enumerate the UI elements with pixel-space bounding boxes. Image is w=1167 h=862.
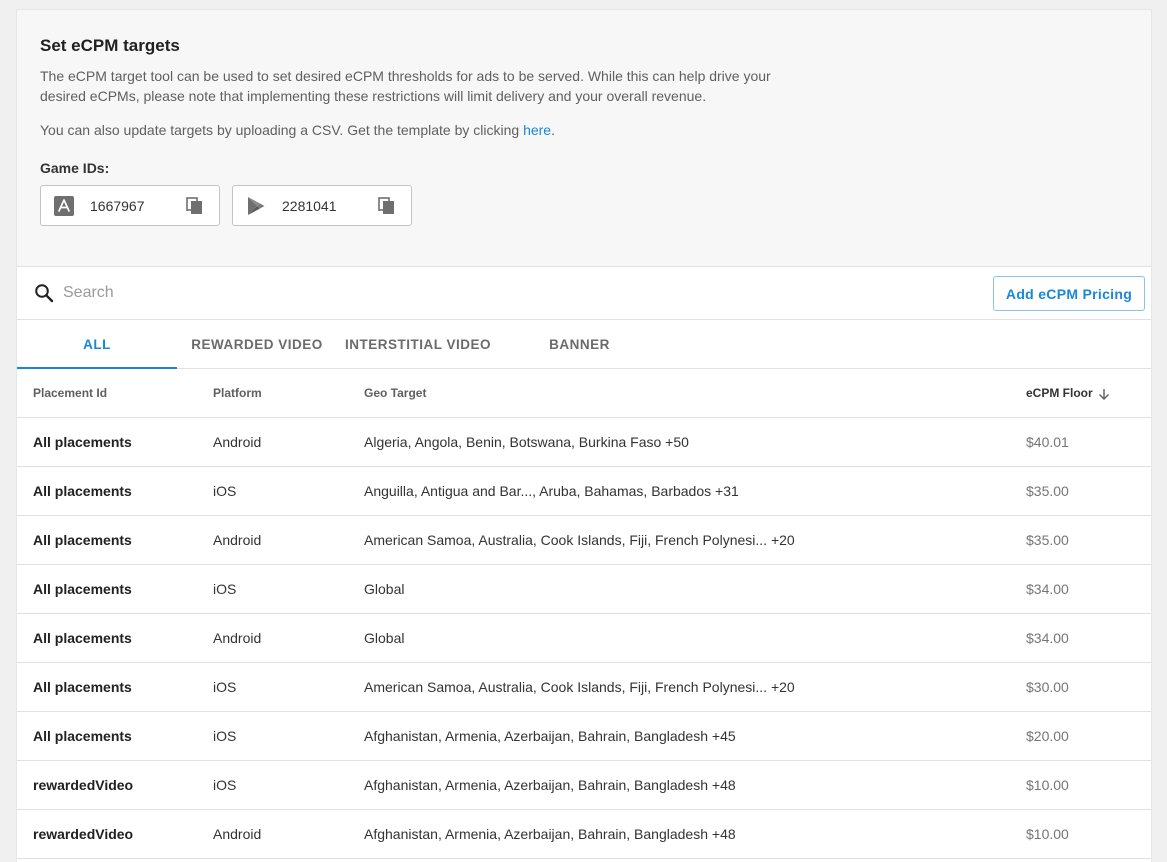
geo-target-cell: Afghanistan, Armenia, Azerbaijan, Bahrai…: [364, 728, 736, 744]
column-header-placement-id[interactable]: Placement Id: [33, 369, 107, 417]
csv-hint-period: .: [551, 122, 555, 138]
page-title: Set eCPM targets: [40, 36, 180, 55]
csv-hint: You can also update targets by uploading…: [40, 122, 555, 138]
column-header-ecpm-floor-label: eCPM Floor: [1026, 386, 1093, 400]
column-header-ecpm-floor[interactable]: eCPM Floor: [1026, 369, 1110, 417]
table-row[interactable]: All placements iOS Anguilla, Antigua and…: [17, 467, 1151, 516]
game-id-value: 1667967: [90, 198, 145, 214]
platform-cell: Android: [213, 826, 262, 842]
tab-banner[interactable]: BANNER: [537, 320, 622, 369]
table-row[interactable]: All placements Android Global $34.00: [17, 614, 1151, 663]
table-header: Placement Id Platform Geo Target eCPM Fl…: [17, 369, 1151, 418]
geo-target-cell: Afghanistan, Armenia, Azerbaijan, Bahrai…: [364, 826, 736, 842]
csv-template-link[interactable]: here: [523, 122, 551, 138]
game-id-value: 2281041: [282, 198, 337, 214]
app-store-icon: [54, 196, 74, 216]
tab-all[interactable]: ALL: [17, 320, 177, 369]
platform-cell: iOS: [213, 777, 237, 793]
platform-cell: Android: [213, 630, 262, 646]
ecpm-floor-cell: $34.00: [1026, 581, 1069, 597]
placement-id-cell: All placements: [33, 728, 132, 744]
ecpm-floor-cell: $40.01: [1026, 434, 1069, 450]
copy-icon[interactable]: [186, 197, 204, 215]
table-row[interactable]: All placements Android American Samoa, A…: [17, 516, 1151, 565]
tab-rewarded-video[interactable]: REWARDED VIDEO: [187, 320, 327, 369]
column-header-geo-target[interactable]: Geo Target: [364, 369, 426, 417]
copy-icon[interactable]: [378, 197, 396, 215]
platform-cell: iOS: [213, 679, 237, 695]
csv-hint-text: You can also update targets by uploading…: [40, 122, 524, 138]
game-id-android: 2281041: [232, 185, 412, 226]
placement-id-cell: rewardedVideo: [33, 826, 134, 842]
game-ids-label: Game IDs:: [40, 160, 110, 176]
search-input[interactable]: [63, 279, 563, 307]
placement-id-cell: All placements: [33, 581, 132, 597]
ecpm-floor-cell: $20.00: [1026, 728, 1069, 744]
ecpm-floor-cell: $34.00: [1026, 630, 1069, 646]
platform-cell: Android: [213, 532, 262, 548]
ecpm-floor-cell: $35.00: [1026, 483, 1069, 499]
platform-cell: Android: [213, 434, 262, 450]
placement-id-cell: All placements: [33, 630, 132, 646]
table-row[interactable]: All placements iOS American Samoa, Austr…: [17, 663, 1151, 712]
placement-id-cell: All placements: [33, 483, 132, 499]
column-header-platform[interactable]: Platform: [213, 369, 262, 417]
tab-interstitial-video[interactable]: INTERSTITIAL VIDEO: [342, 320, 494, 369]
settings-header: Set eCPM targets The eCPM target tool ca…: [17, 10, 1151, 267]
table-row[interactable]: All placements Android Algeria, Angola, …: [17, 418, 1151, 467]
ecpm-floor-cell: $35.00: [1026, 532, 1069, 548]
ecpm-floor-cell: $30.00: [1026, 679, 1069, 695]
ecpm-targets-card: Set eCPM targets The eCPM target tool ca…: [16, 9, 1152, 862]
geo-target-cell: Global: [364, 630, 405, 646]
ecpm-floor-cell: $10.00: [1026, 777, 1069, 793]
geo-target-cell: American Samoa, Australia, Cook Islands,…: [364, 532, 795, 548]
sort-descending-icon[interactable]: [1098, 388, 1110, 400]
geo-target-cell: Global: [364, 581, 405, 597]
search-bar: Add eCPM Pricing: [17, 267, 1151, 320]
platform-cell: iOS: [213, 581, 237, 597]
page-description: The eCPM target tool can be used to set …: [40, 68, 771, 104]
geo-target-cell: Anguilla, Antigua and Bar..., Aruba, Bah…: [364, 483, 739, 499]
add-ecpm-pricing-button[interactable]: Add eCPM Pricing: [993, 276, 1145, 311]
placement-type-tabs: ALL REWARDED VIDEO INTERSTITIAL VIDEO BA…: [17, 320, 1151, 369]
table-row[interactable]: All placements iOS Global $34.00: [17, 565, 1151, 614]
table-row[interactable]: All placements iOS Afghanistan, Armenia,…: [17, 712, 1151, 761]
table-row[interactable]: rewardedVideo Android Afghanistan, Armen…: [17, 810, 1151, 859]
geo-target-cell: Algeria, Angola, Benin, Botswana, Burkin…: [364, 434, 689, 450]
placement-id-cell: All placements: [33, 679, 132, 695]
placement-id-cell: All placements: [33, 434, 132, 450]
ecpm-floor-cell: $10.00: [1026, 826, 1069, 842]
geo-target-cell: Afghanistan, Armenia, Azerbaijan, Bahrai…: [364, 777, 736, 793]
platform-cell: iOS: [213, 483, 237, 499]
game-id-ios: 1667967: [40, 185, 220, 226]
google-play-icon: [248, 197, 265, 215]
geo-target-cell: American Samoa, Australia, Cook Islands,…: [364, 679, 795, 695]
table-row[interactable]: rewardedVideo iOS Afghanistan, Armenia, …: [17, 761, 1151, 810]
placement-id-cell: rewardedVideo: [33, 777, 134, 793]
platform-cell: iOS: [213, 728, 237, 744]
placement-id-cell: All placements: [33, 532, 132, 548]
search-icon: [35, 284, 54, 303]
